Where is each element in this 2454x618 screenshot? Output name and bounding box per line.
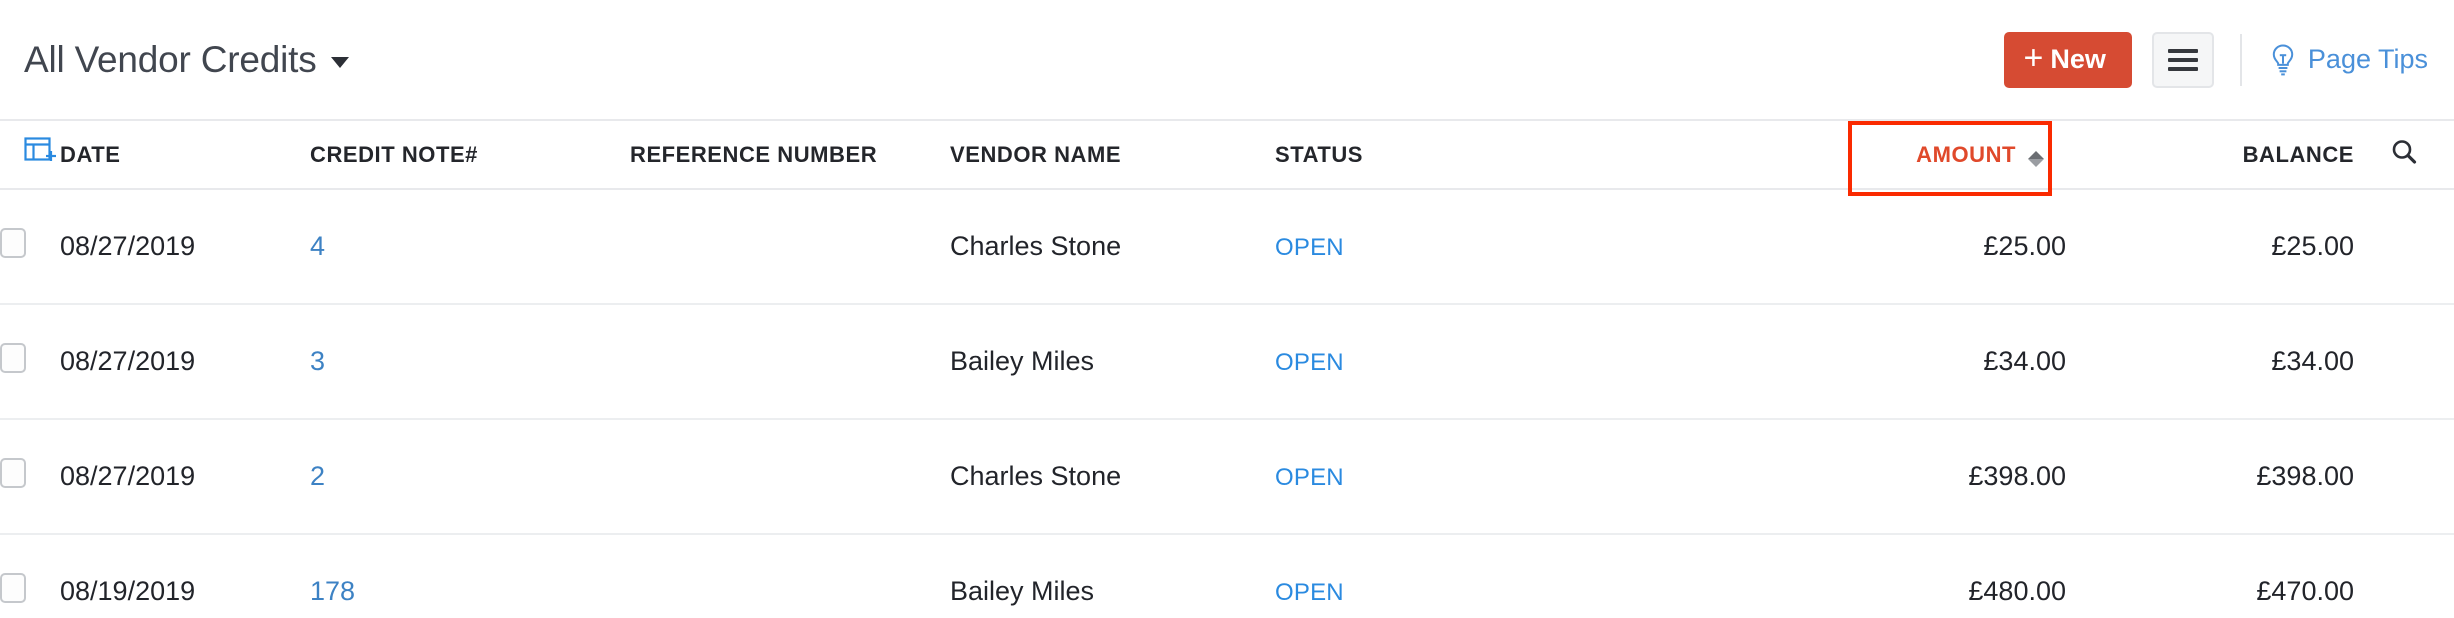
cell-vendor-name: Bailey Miles	[950, 534, 1275, 618]
new-button[interactable]: + New	[2003, 31, 2132, 88]
view-selector[interactable]: All Vendor Credits	[24, 41, 349, 78]
page-toolbar: All Vendor Credits + New Page Tips	[0, 0, 2454, 121]
cell-date: 08/27/2019	[60, 419, 310, 535]
cell-balance: £470.00	[2066, 534, 2354, 618]
cell-vendor-name: Charles Stone	[950, 189, 1275, 305]
cell-reference-number	[630, 304, 950, 420]
cell-amount: £398.00	[1760, 419, 2066, 535]
column-header-date[interactable]: DATE	[60, 121, 310, 190]
column-header-amount-label: AMOUNT	[1916, 141, 2016, 167]
table-row[interactable]: 08/27/2019 2 Charles Stone OPEN £398.00 …	[0, 419, 2454, 535]
column-header-reference-number-label: REFERENCE NUMBER	[630, 141, 878, 167]
row-checkbox[interactable]	[0, 458, 26, 488]
cell-row-actions	[2354, 419, 2454, 535]
status-badge[interactable]: OPEN	[1275, 349, 1344, 376]
page-title: All Vendor Credits	[24, 39, 317, 80]
row-select-cell	[0, 304, 60, 420]
table-header: DATE CREDIT NOTE# REFERENCE NUMBER VENDO…	[0, 121, 2454, 190]
sort-arrow-icon[interactable]	[2028, 150, 2044, 167]
status-badge[interactable]: OPEN	[1275, 464, 1344, 491]
row-checkbox[interactable]	[0, 228, 26, 258]
status-badge[interactable]: OPEN	[1275, 579, 1344, 606]
add-column-icon-svg	[24, 136, 56, 161]
cell-status: OPEN	[1275, 419, 1760, 535]
plus-icon: +	[2023, 38, 2044, 77]
row-checkbox[interactable]	[0, 573, 26, 603]
column-header-balance-label: BALANCE	[2242, 141, 2354, 167]
search-icon[interactable]	[2389, 139, 2419, 172]
column-header-vendor-name-label: VENDOR NAME	[950, 141, 1122, 167]
page-tips-button[interactable]: Page Tips	[2268, 43, 2428, 77]
toolbar-divider	[2239, 33, 2242, 86]
cell-amount: £25.00	[1760, 189, 2066, 305]
cell-reference-number	[630, 534, 950, 618]
cell-status: OPEN	[1275, 534, 1760, 618]
column-header-credit-note-label: CREDIT NOTE#	[310, 141, 478, 167]
cell-status: OPEN	[1275, 304, 1760, 420]
cell-date: 08/19/2019	[60, 534, 310, 618]
add-column-icon[interactable]	[24, 136, 58, 167]
credit-note-link[interactable]: 178	[310, 576, 355, 606]
lightbulb-icon	[2272, 43, 2294, 75]
column-header-status[interactable]: STATUS	[1275, 121, 1760, 190]
cell-vendor-name: Bailey Miles	[950, 304, 1275, 420]
credit-note-link[interactable]: 4	[310, 231, 325, 261]
row-select-cell	[0, 419, 60, 535]
cell-credit-note: 2	[310, 419, 630, 535]
hamburger-bar	[2167, 57, 2198, 62]
cell-row-actions	[2354, 304, 2454, 420]
column-header-status-label: STATUS	[1275, 141, 1364, 167]
cell-date: 08/27/2019	[60, 189, 310, 305]
cell-credit-note: 178	[310, 534, 630, 618]
table-search-header	[2354, 121, 2454, 190]
cell-credit-note: 4	[310, 189, 630, 305]
row-select-cell	[0, 534, 60, 618]
cell-credit-note: 3	[310, 304, 630, 420]
cell-vendor-name: Charles Stone	[950, 419, 1275, 535]
search-icon-svg	[2392, 139, 2417, 164]
cell-amount: £480.00	[1760, 534, 2066, 618]
new-button-label: New	[2050, 44, 2106, 74]
column-header-amount-sorted[interactable]: AMOUNT	[1916, 142, 2066, 168]
cell-balance: £34.00	[2066, 304, 2354, 420]
cell-amount: £34.00	[1760, 304, 2066, 420]
cell-status: OPEN	[1275, 189, 1760, 305]
hamburger-bar	[2167, 48, 2198, 53]
toolbar-actions: + New Page Tips	[2003, 31, 2428, 88]
cell-row-actions	[2354, 189, 2454, 305]
table-body: 08/27/2019 4 Charles Stone OPEN £25.00 £…	[0, 189, 2454, 618]
table-header-row: DATE CREDIT NOTE# REFERENCE NUMBER VENDO…	[0, 121, 2454, 190]
status-badge[interactable]: OPEN	[1275, 234, 1344, 261]
hamburger-bar	[2167, 66, 2198, 71]
table-row[interactable]: 08/27/2019 4 Charles Stone OPEN £25.00 £…	[0, 189, 2454, 305]
add-column-header	[0, 121, 60, 190]
credit-note-link[interactable]: 2	[310, 461, 325, 491]
page-tips-label: Page Tips	[2307, 44, 2428, 74]
column-header-vendor-name[interactable]: VENDOR NAME	[950, 121, 1275, 190]
vendor-credits-table: DATE CREDIT NOTE# REFERENCE NUMBER VENDO…	[0, 121, 2454, 618]
column-header-date-label: DATE	[60, 141, 121, 167]
cell-reference-number	[630, 189, 950, 305]
hamburger-icon[interactable]	[2151, 31, 2214, 88]
row-select-cell	[0, 189, 60, 305]
cell-date: 08/27/2019	[60, 304, 310, 420]
credit-note-link[interactable]: 3	[310, 346, 325, 376]
cell-row-actions	[2354, 534, 2454, 618]
table-row[interactable]: 08/19/2019 178 Bailey Miles OPEN £480.00…	[0, 534, 2454, 618]
column-header-reference-number[interactable]: REFERENCE NUMBER	[630, 121, 950, 190]
vendor-credits-page: All Vendor Credits + New Page Tips DATE …	[0, 0, 2454, 618]
column-header-credit-note[interactable]: CREDIT NOTE#	[310, 121, 630, 190]
chevron-down-icon[interactable]	[330, 57, 349, 68]
column-header-amount[interactable]: AMOUNT	[1760, 121, 2066, 190]
cell-balance: £398.00	[2066, 419, 2354, 535]
column-header-balance[interactable]: BALANCE	[2066, 121, 2354, 190]
table-row[interactable]: 08/27/2019 3 Bailey Miles OPEN £34.00 £3…	[0, 304, 2454, 420]
cell-reference-number	[630, 419, 950, 535]
cell-balance: £25.00	[2066, 189, 2354, 305]
row-checkbox[interactable]	[0, 343, 26, 373]
